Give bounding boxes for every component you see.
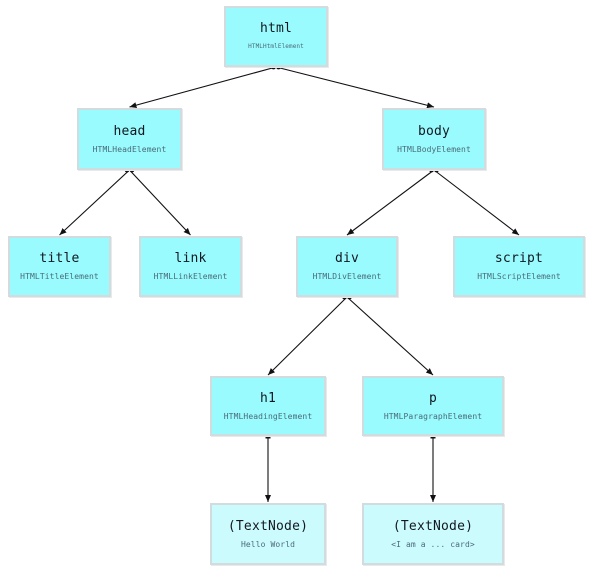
node-div: div HTMLDivElement [296, 236, 398, 297]
edge-head-to-link [129, 169, 191, 236]
edge-html-to-head [129, 66, 277, 109]
node-p-tag: p [428, 390, 438, 406]
edge-div-to-h1 [267, 296, 348, 376]
edge-body-to-div [346, 169, 435, 236]
node-text-card: (TextNode) <I am a ... card> [362, 503, 504, 565]
node-script: script HTMLScriptElement [453, 236, 585, 297]
edge-head-to-title [59, 169, 130, 236]
node-h1-tag: h1 [259, 390, 277, 406]
node-body-tag: body [417, 123, 451, 139]
node-html: html HTMLHtmlElement [224, 6, 328, 67]
node-head: head HTMLHeadElement [77, 108, 182, 170]
node-html-tag: html [259, 21, 293, 36]
node-title-class: HTMLTitleElement [20, 272, 99, 281]
node-text2-value: <I am a ... card> [391, 539, 475, 549]
node-body: body HTMLBodyElement [382, 108, 486, 170]
node-text2-tag: (TextNode) [392, 518, 474, 534]
node-text-hello-world: (TextNode) Hello World [210, 503, 326, 565]
node-script-tag: script [494, 251, 544, 266]
node-text1-value: Hello World [240, 539, 296, 549]
node-link-class: HTMLLinkElement [153, 272, 228, 281]
node-div-tag: div [334, 251, 360, 266]
node-text1-tag: (TextNode) [227, 518, 309, 534]
node-link: link HTMLLinkElement [139, 236, 242, 297]
node-p-class: HTMLParagraphElement [383, 411, 483, 421]
node-p: p HTMLParagraphElement [362, 376, 504, 436]
node-head-tag: head [113, 123, 146, 139]
node-head-class: HTMLHeadElement [92, 144, 167, 154]
node-h1-class: HTMLHeadingElement [223, 411, 313, 421]
node-script-class: HTMLScriptElement [477, 272, 561, 281]
node-h1: h1 HTMLHeadingElement [210, 376, 326, 436]
node-title: title HTMLTitleElement [8, 236, 111, 297]
node-div-class: HTMLDivElement [312, 272, 382, 281]
node-link-tag: link [174, 251, 207, 266]
edge-html-to-body [275, 66, 435, 109]
edge-div-to-p [346, 296, 434, 376]
edge-body-to-script [433, 169, 520, 236]
node-html-class: HTMLHtmlElement [248, 43, 304, 50]
node-title-tag: title [39, 251, 80, 266]
node-body-class: HTMLBodyElement [397, 144, 471, 154]
